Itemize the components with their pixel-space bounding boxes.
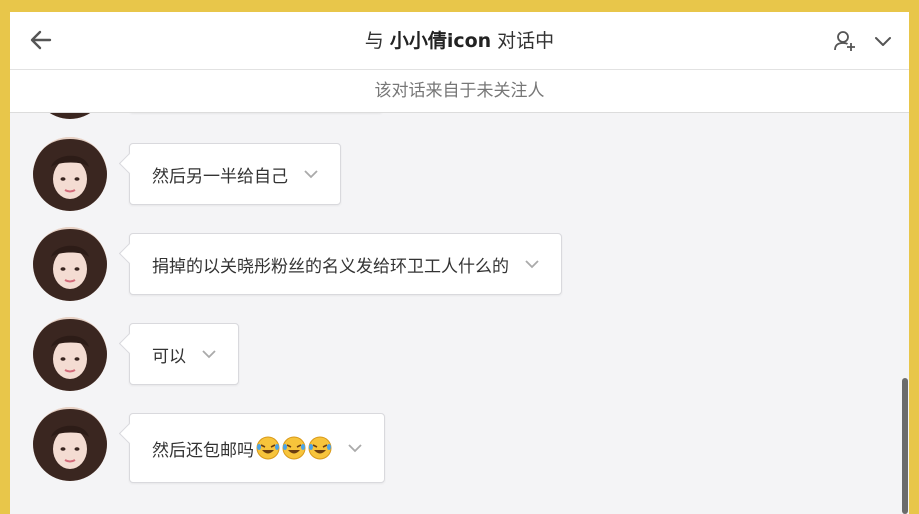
avatar[interactable] (33, 137, 107, 211)
message-text: 然后还包邮吗 (152, 440, 254, 461)
title-suffix: 对话中 (497, 30, 555, 52)
message-text: 然后另一半给自己 (152, 166, 288, 187)
stranger-notice: 该对话来自于未关注人 (10, 70, 909, 113)
page-title: 与小小倩icon 对话中 (10, 28, 909, 54)
chevron-down-icon[interactable] (346, 439, 364, 457)
message-bubble[interactable]: 然后还包邮吗 (129, 413, 385, 483)
avatar[interactable] (33, 407, 107, 481)
chevron-down-icon[interactable] (523, 255, 541, 273)
message-bubble[interactable]: 然后另一半给自己 (129, 143, 341, 205)
chevron-down-icon[interactable] (871, 29, 895, 53)
add-user-icon[interactable] (833, 29, 857, 53)
message-bubble[interactable]: 可以 (129, 323, 239, 385)
scrollbar-thumb[interactable] (902, 378, 908, 514)
message-row: 捐掉的以关晓彤粉丝的名义发给环卫工人什么的 (10, 227, 890, 307)
laughing-crying-emoji-icon (308, 436, 332, 460)
title-prefix: 与 (364, 30, 384, 52)
message-text: 可以 (152, 346, 186, 367)
message-list[interactable]: 然后另一半给自己 捐掉的以关晓彤粉丝的名义发给环卫工人什么的 可以 然后还包邮吗 (10, 113, 909, 514)
chat-window: 与小小倩icon 对话中 该对话来自于未关注人 然后另一半给自己 捐掉的以关晓彤… (10, 12, 909, 514)
laughing-crying-emoji-icon (256, 436, 280, 460)
message-bubble[interactable]: 捐掉的以关晓彤粉丝的名义发给环卫工人什么的 (129, 233, 562, 295)
message-text: 捐掉的以关晓彤粉丝的名义发给环卫工人什么的 (152, 256, 509, 277)
message-row (10, 113, 890, 125)
avatar[interactable] (33, 227, 107, 301)
message-row: 然后另一半给自己 (10, 137, 890, 217)
chevron-down-icon[interactable] (302, 165, 320, 183)
message-row: 可以 (10, 317, 890, 397)
header-actions (833, 28, 895, 54)
contact-name[interactable]: 小小倩icon (390, 30, 491, 52)
app-frame: 与小小倩icon 对话中 该对话来自于未关注人 然后另一半给自己 捐掉的以关晓彤… (0, 0, 919, 514)
chat-header: 与小小倩icon 对话中 (10, 12, 909, 70)
laughing-crying-emoji-icon (282, 436, 306, 460)
avatar[interactable] (33, 317, 107, 391)
message-row: 然后还包邮吗 (10, 407, 890, 487)
emoji-group (254, 436, 332, 460)
chevron-down-icon[interactable] (200, 345, 218, 363)
avatar[interactable] (33, 113, 107, 119)
